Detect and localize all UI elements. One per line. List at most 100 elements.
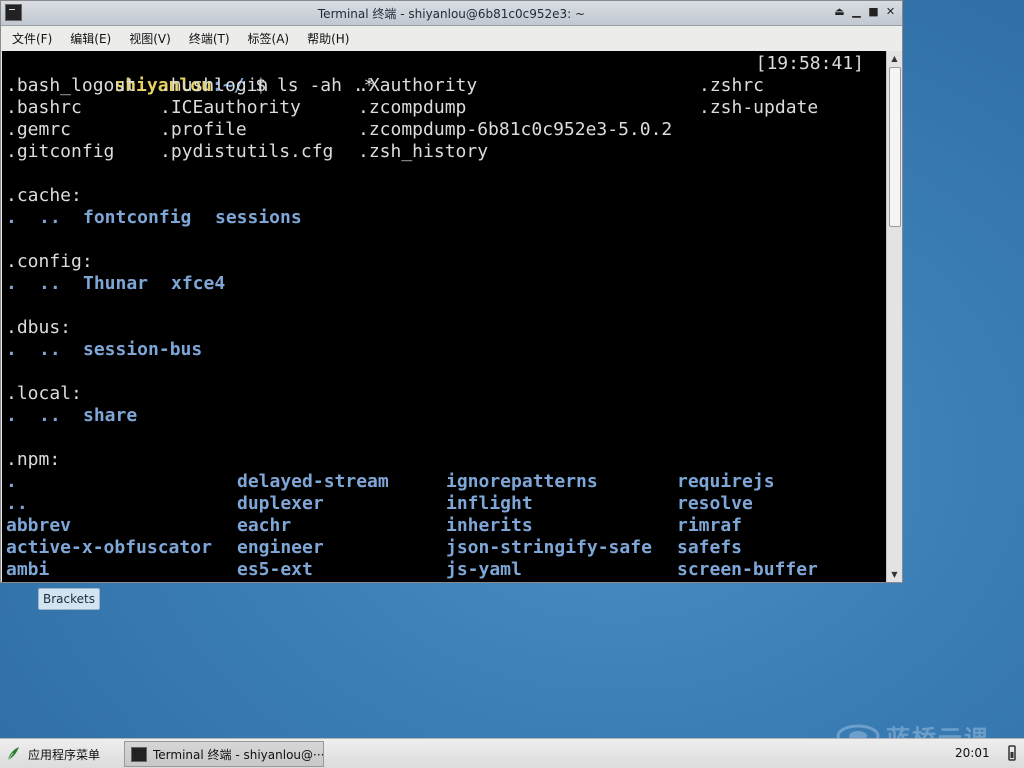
section-entries: . .. share [6, 405, 137, 427]
dir-entry: ambi [6, 559, 50, 580]
terminal-icon [131, 746, 147, 762]
npm-row: .. duplexer inflight resolve [6, 493, 753, 515]
scroll-down-arrow-icon[interactable]: ▼ [887, 568, 902, 581]
dir-entry: . [6, 207, 17, 228]
files-row: .bash_logout .hushlogin .Xauthority .zsh… [6, 75, 764, 97]
dir-entry: session-bus [83, 339, 203, 360]
terminal-area: shiyanlou:~/ $ ls -ah .* [19:58:41] .bas… [2, 51, 902, 582]
npm-row: active-x-obfuscator engineer json-string… [6, 537, 742, 559]
dir-entry: Thunar [83, 273, 149, 294]
scroll-up-arrow-icon[interactable]: ▲ [887, 52, 902, 65]
menu-file[interactable]: 文件(F) [9, 28, 55, 49]
dir-entry: xfce4 [171, 273, 226, 294]
dir-entry: inherits [446, 515, 533, 536]
dir-entry: eachr [237, 515, 292, 536]
section-header: .dbus: [6, 317, 72, 338]
npm-row: abbrev eachr inherits rimraf [6, 515, 742, 537]
maximize-button[interactable]: ■ [866, 4, 881, 20]
taskbar: 应用程序菜单 Terminal 终端 - shiyanlou@··· 20:01 [0, 738, 1024, 768]
files-row: .bashrc .ICEauthority .zcompdump .zsh-up… [6, 97, 818, 119]
desktop: Terminal 终端 - shiyanlou@6b81c0c952e3: ~ … [0, 0, 1024, 753]
window-title: Terminal 终端 - shiyanlou@6b81c0c952e3: ~ [317, 7, 586, 21]
section-entries: . .. session-bus [6, 339, 202, 361]
taskbar-terminal-button[interactable]: Terminal 终端 - shiyanlou@··· [124, 741, 324, 767]
dir-entry: . [6, 405, 17, 426]
file-entry: .pydistutils.cfg [160, 141, 334, 162]
menu-terminal[interactable]: 终端(T) [186, 28, 233, 49]
prompt-line: shiyanlou:~/ $ ls -ah .* [19:58:41] [6, 53, 876, 96]
applications-menu-label: 应用程序菜单 [28, 747, 101, 762]
dir-entry: requirejs [677, 471, 775, 492]
clock[interactable]: 20:01 [955, 746, 990, 760]
menu-edit[interactable]: 编辑(E) [67, 28, 114, 49]
dir-entry: . [6, 471, 17, 492]
files-row: .gitconfig .pydistutils.cfg .zsh_history [6, 141, 488, 163]
window-controls: ⏏ ▁ ■ ✕ [832, 4, 898, 20]
file-entry: .zcompdump-6b81c0c952e3-5.0.2 [358, 119, 673, 140]
dir-entry: .. [39, 207, 61, 228]
dir-entry: js-yaml [446, 559, 522, 580]
file-entry: .bashrc [6, 97, 82, 118]
dir-entry: fontconfig [83, 207, 192, 228]
dir-entry: .. [39, 405, 61, 426]
dir-entry: .. [6, 493, 28, 514]
dir-entry: duplexer [237, 493, 324, 514]
menu-help[interactable]: 帮助(H) [304, 28, 352, 49]
file-entry: .Xauthority [358, 75, 478, 96]
shade-button[interactable]: ⏏ [832, 4, 847, 20]
dir-entry: . [6, 273, 17, 294]
dir-entry: delayed-stream [237, 471, 389, 492]
dir-entry: abbrev [6, 515, 72, 536]
section-entries: . .. Thunar xfce4 [6, 273, 225, 295]
applications-menu-button[interactable]: 应用程序菜单 [6, 743, 100, 765]
dir-entry: safefs [677, 537, 743, 558]
file-entry: .hushlogin [160, 75, 269, 96]
files-row: .gemrc .profile .zcompdump-6b81c0c952e3-… [6, 119, 672, 141]
minimize-button[interactable]: ▁ [849, 4, 864, 20]
dir-entry: share [83, 405, 138, 426]
section-entries: . .. fontconfig sessions [6, 207, 302, 229]
terminal-window[interactable]: Terminal 终端 - shiyanlou@6b81c0c952e3: ~ … [0, 0, 903, 583]
section-header: .local: [6, 383, 82, 404]
dir-entry: engineer [237, 537, 324, 558]
menu-bar: 文件(F) 编辑(E) 视图(V) 终端(T) 标签(A) 帮助(H) [1, 26, 902, 52]
file-entry: .zshrc [699, 75, 765, 96]
taskbar-terminal-label: Terminal 终端 - shiyanlou@··· [153, 747, 323, 762]
npm-row: ambi es5-ext js-yaml screen-buffer [6, 559, 818, 581]
dir-entry: screen-buffer [677, 559, 818, 580]
title-bar[interactable]: Terminal 终端 - shiyanlou@6b81c0c952e3: ~ … [1, 1, 902, 26]
file-entry: .zsh-update [699, 97, 819, 118]
file-entry: .bash_logout [6, 75, 137, 96]
prompt-timestamp: [19:58:41] [755, 53, 864, 74]
file-entry: .gemrc [6, 119, 72, 140]
dir-entry: rimraf [677, 515, 743, 536]
menu-view[interactable]: 视图(V) [126, 28, 174, 49]
file-entry: .zcompdump [358, 97, 467, 118]
section-header: .npm: [6, 449, 61, 470]
dir-entry: es5-ext [237, 559, 313, 580]
dir-entry: .. [39, 339, 61, 360]
section-header: .cache: [6, 185, 82, 206]
dir-entry: json-stringify-safe [446, 537, 652, 558]
terminal-output[interactable]: shiyanlou:~/ $ ls -ah .* [19:58:41] .bas… [2, 51, 886, 582]
dir-entry: . [6, 339, 17, 360]
xfce-leaf-icon [7, 747, 19, 761]
section-header: .config: [6, 251, 93, 272]
close-button[interactable]: ✕ [883, 4, 898, 20]
terminal-scrollbar[interactable]: ▲ ▼ [886, 51, 902, 582]
dir-entry: resolve [677, 493, 753, 514]
menu-tabs[interactable]: 标签(A) [245, 28, 293, 49]
file-entry: .profile [160, 119, 247, 140]
file-entry: .ICEauthority [160, 97, 301, 118]
file-entry: .gitconfig [6, 141, 115, 162]
dir-entry: ignorepatterns [446, 471, 598, 492]
dir-entry: sessions [215, 207, 302, 228]
dir-entry: active-x-obfuscator [6, 537, 212, 558]
scrollbar-thumb[interactable] [889, 67, 901, 227]
npm-row: . delayed-stream ignorepatterns requirej… [6, 471, 775, 493]
dir-entry: inflight [446, 493, 533, 514]
desktop-icon-brackets[interactable]: Brackets [38, 588, 100, 610]
dir-entry: .. [39, 273, 61, 294]
file-entry: .zsh_history [358, 141, 489, 162]
power-icon[interactable] [1006, 743, 1018, 763]
